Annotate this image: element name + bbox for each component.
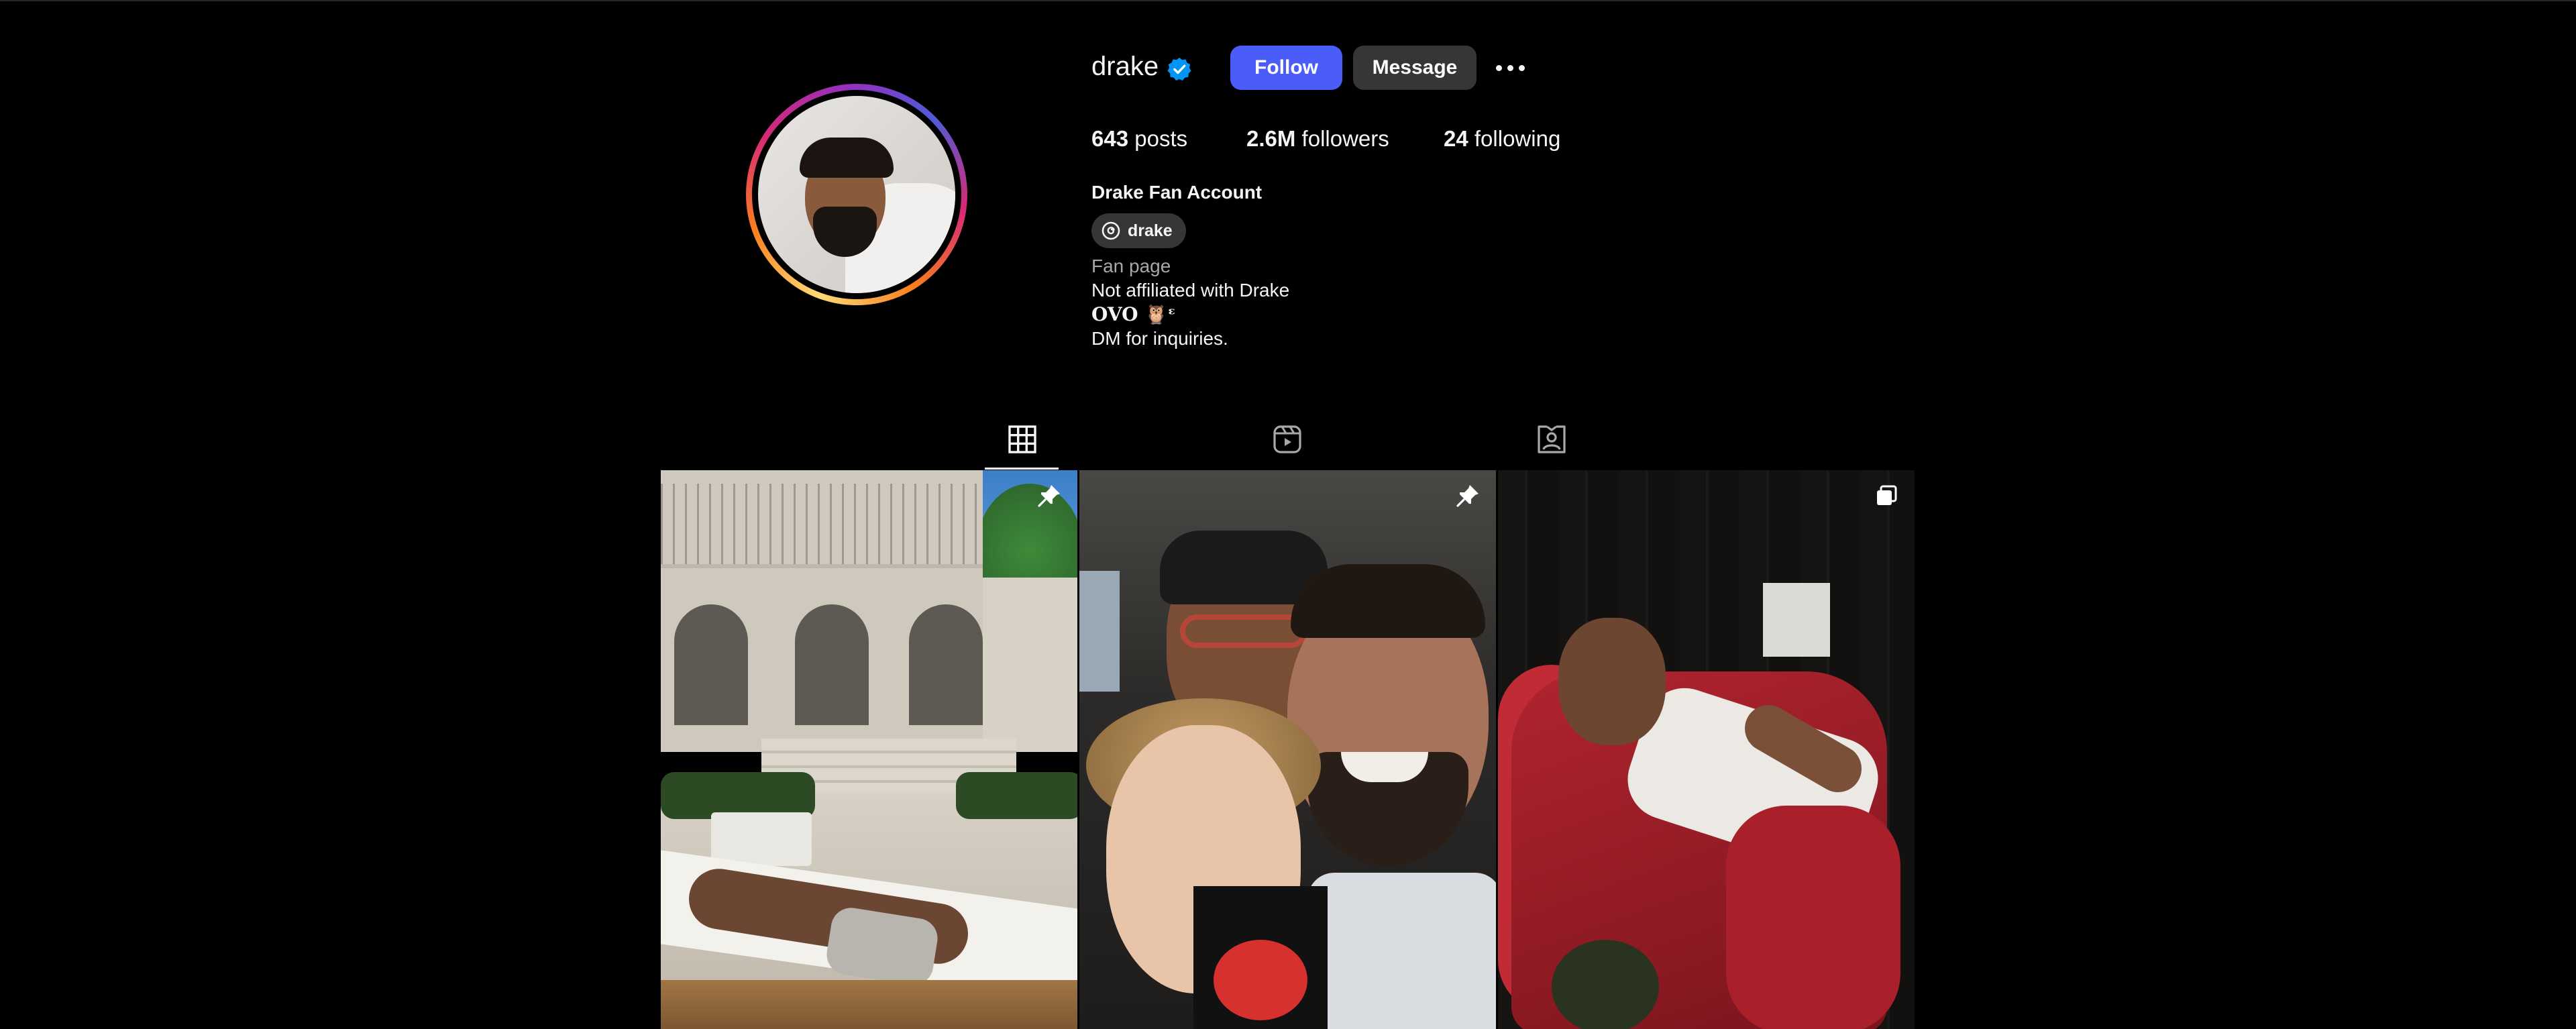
verified-badge-icon xyxy=(1167,57,1191,81)
top-divider xyxy=(0,0,2576,1)
following-link[interactable]: 24 following xyxy=(1444,126,1560,152)
bio-line: OVO 🦉ᵋ xyxy=(1091,303,1176,325)
profile-full-name: Drake Fan Account xyxy=(1091,182,1263,203)
profile-username: drake xyxy=(1091,52,1159,81)
threads-handle: drake xyxy=(1128,221,1173,240)
profile-avatar-story-ring[interactable] xyxy=(746,84,967,305)
post-tile[interactable] xyxy=(1079,470,1496,1029)
threads-link[interactable]: drake xyxy=(1091,213,1186,248)
tagged-icon[interactable] xyxy=(1535,423,1568,456)
posts-count: 643 posts xyxy=(1091,126,1188,151)
active-tab-indicator xyxy=(985,468,1059,470)
post-tile[interactable] xyxy=(661,470,1077,1029)
message-button[interactable]: Message xyxy=(1353,46,1477,90)
follow-button[interactable]: Follow xyxy=(1230,46,1342,90)
pin-icon xyxy=(1456,485,1479,507)
post-tile[interactable] xyxy=(1498,470,1915,1029)
carousel-icon xyxy=(1877,485,1897,505)
reels-icon[interactable] xyxy=(1271,423,1304,456)
more-options-icon[interactable] xyxy=(1491,56,1529,79)
avatar xyxy=(758,96,955,293)
followers-link[interactable]: 2.6M followers xyxy=(1246,126,1389,152)
bio-line: DM for inquiries. xyxy=(1091,328,1228,349)
pin-icon xyxy=(1038,485,1060,507)
profile-category: Fan page xyxy=(1091,256,1171,276)
grid-icon[interactable] xyxy=(1006,423,1039,456)
threads-icon xyxy=(1102,221,1120,240)
bio-line: Not affiliated with Drake xyxy=(1091,280,1290,301)
